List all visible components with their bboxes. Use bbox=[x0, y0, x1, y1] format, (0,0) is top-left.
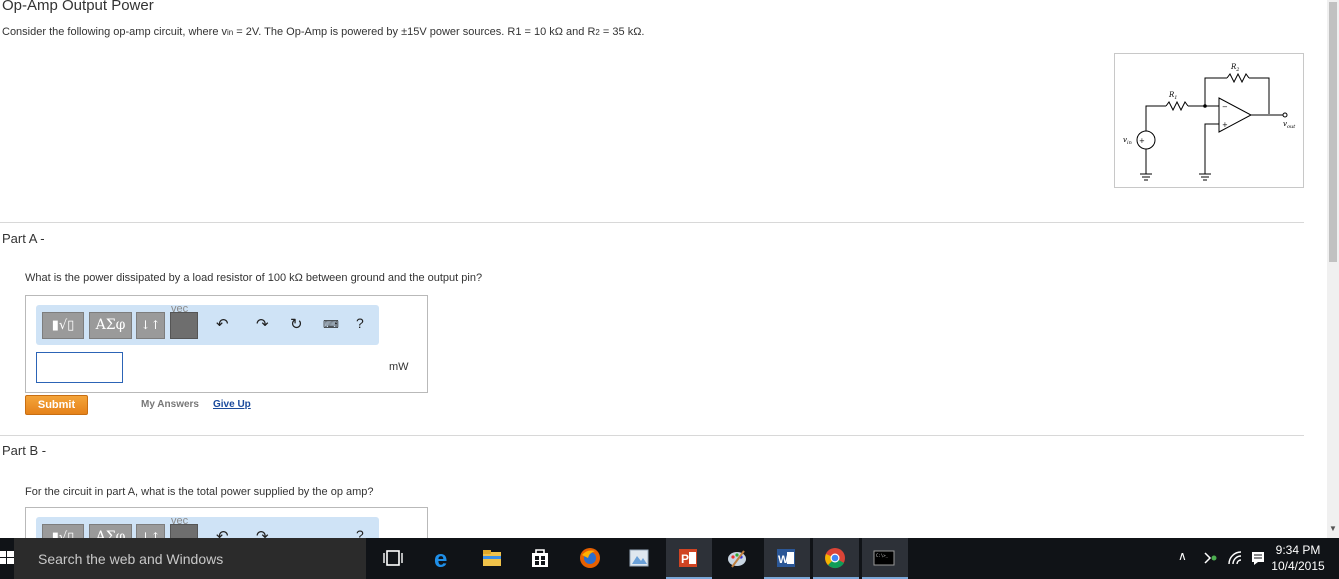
junction-dot-icon bbox=[1203, 104, 1207, 108]
chrome-button[interactable] bbox=[813, 538, 859, 579]
part-b-answer-box: ▮√▯ ΑΣφ ↓↑ vec ↶ ↷ ? bbox=[25, 507, 428, 538]
circuit-diagram-svg: + R2 R1 vin vout − + bbox=[1123, 63, 1296, 181]
firefox-button[interactable] bbox=[568, 538, 614, 579]
scroll-thumb[interactable] bbox=[1329, 2, 1337, 262]
r1-label: R1 bbox=[1168, 91, 1177, 101]
svg-text:W: W bbox=[778, 554, 789, 566]
redo-icon[interactable]: ↷ bbox=[256, 527, 269, 538]
search-placeholder: Search the web and Windows bbox=[38, 551, 224, 567]
paint-button[interactable] bbox=[715, 538, 761, 579]
edge-button[interactable]: e bbox=[421, 538, 467, 579]
command-prompt-icon: C:\>_ bbox=[873, 550, 895, 566]
units-label: mW bbox=[389, 361, 409, 373]
undo-icon[interactable]: ↶ bbox=[216, 315, 229, 333]
clock[interactable]: 9:34 PM 10/4/2015 bbox=[1262, 542, 1334, 574]
keyboard-icon[interactable]: ⌨ bbox=[323, 318, 339, 331]
templates-button[interactable]: ▮√▯ bbox=[42, 312, 84, 339]
math-toolbar: ▮√▯ ΑΣφ ↓↑ vec ↶ ↷ ↻ ⌨ ? bbox=[36, 303, 379, 345]
screen: Op-Amp Output Power Consider the followi… bbox=[0, 0, 1339, 579]
help-button[interactable]: ? bbox=[356, 527, 364, 538]
reset-icon[interactable]: ↻ bbox=[290, 315, 303, 333]
clock-date: 10/4/2015 bbox=[1271, 559, 1325, 573]
greek-symbols-button[interactable]: ΑΣφ bbox=[89, 524, 132, 538]
photos-button[interactable] bbox=[617, 538, 663, 579]
wire-r2-output bbox=[1249, 77, 1270, 114]
problem-statement: Consider the following op-amp circuit, w… bbox=[2, 26, 644, 38]
templates-button[interactable]: ▮√▯ bbox=[42, 524, 84, 538]
show-hidden-icons-chevron-icon[interactable]: ∧ bbox=[1178, 549, 1187, 563]
paint-palette-icon bbox=[728, 550, 746, 568]
resistor-r2-icon bbox=[1226, 72, 1250, 84]
word-icon: W bbox=[777, 549, 795, 567]
vertical-scrollbar[interactable]: ▼ bbox=[1327, 0, 1339, 538]
firefox-icon bbox=[580, 548, 600, 568]
answer-input[interactable] bbox=[36, 352, 123, 383]
part-a-title: Part A - bbox=[2, 231, 45, 246]
browser-content: Op-Amp Output Power Consider the followi… bbox=[0, 0, 1327, 538]
page-title: Op-Amp Output Power bbox=[2, 0, 154, 14]
svg-text:C:\>_: C:\>_ bbox=[876, 553, 889, 558]
output-terminal-icon bbox=[1282, 112, 1288, 118]
greek-symbols-button[interactable]: ΑΣφ bbox=[89, 312, 132, 339]
submit-button[interactable]: Submit bbox=[25, 395, 88, 415]
give-up-link[interactable]: Give Up bbox=[213, 399, 251, 410]
my-answers-link[interactable]: My Answers bbox=[141, 399, 199, 410]
part-a-question: What is the power dissipated by a load r… bbox=[25, 272, 483, 284]
part-b-question: For the circuit in part A, what is the t… bbox=[25, 486, 374, 498]
updown-button[interactable]: ↓↑ bbox=[136, 312, 165, 339]
svg-text:P: P bbox=[681, 552, 689, 566]
photos-icon bbox=[629, 549, 649, 567]
vec-label: vec bbox=[171, 515, 189, 527]
store-button[interactable] bbox=[518, 538, 564, 579]
vout-label: vout bbox=[1283, 120, 1296, 130]
inverting-input-label: − bbox=[1222, 103, 1228, 111]
vec-label: vec bbox=[171, 303, 189, 315]
r2-label: R2 bbox=[1230, 63, 1239, 73]
wifi-icon[interactable] bbox=[1227, 550, 1243, 566]
word-button[interactable]: W bbox=[764, 538, 810, 579]
chrome-icon bbox=[825, 548, 845, 569]
powerpoint-button[interactable]: P bbox=[666, 538, 712, 579]
intro-text-3: = 35 kΩ. bbox=[599, 26, 645, 38]
windows-taskbar: Search the web and Windows e P W C:\>_ ∧… bbox=[0, 538, 1339, 579]
file-explorer-button[interactable] bbox=[470, 538, 516, 579]
wire-node-r2 bbox=[1204, 77, 1227, 106]
command-prompt-button[interactable]: C:\>_ bbox=[862, 538, 908, 579]
start-button[interactable] bbox=[0, 548, 14, 568]
circuit-diagram: + R2 R1 vin vout − + bbox=[1114, 53, 1304, 188]
task-view-icon bbox=[383, 550, 403, 566]
undo-icon[interactable]: ↶ bbox=[216, 527, 229, 538]
part-a-answer-box: ▮√▯ ΑΣφ ↓↑ vec ↶ ↷ ↻ ⌨ ? mW bbox=[25, 295, 428, 393]
part-b-title: Part B - bbox=[2, 443, 47, 458]
svg-text:e: e bbox=[434, 547, 447, 569]
source-plus-label: + bbox=[1139, 137, 1145, 145]
intro-text-2: = 2V. The Op-Amp is powered by ±15V powe… bbox=[233, 26, 596, 38]
divider bbox=[0, 222, 1304, 223]
divider bbox=[0, 435, 1304, 436]
folder-icon bbox=[483, 550, 501, 566]
wire-source-r1 bbox=[1145, 105, 1166, 131]
help-button[interactable]: ? bbox=[356, 315, 364, 331]
math-toolbar: ▮√▯ ΑΣφ ↓↑ vec ↶ ↷ ? bbox=[36, 515, 379, 538]
network-sync-icon[interactable] bbox=[1202, 550, 1218, 566]
vin-label: vin bbox=[1123, 136, 1132, 146]
scroll-down-arrow-icon[interactable]: ▼ bbox=[1329, 524, 1337, 533]
store-icon bbox=[532, 549, 548, 567]
vector-button[interactable] bbox=[170, 312, 198, 339]
search-box[interactable]: Search the web and Windows bbox=[14, 538, 366, 579]
windows-logo-icon bbox=[0, 551, 14, 564]
redo-icon[interactable]: ↷ bbox=[256, 315, 269, 333]
resistor-r1-icon bbox=[1165, 100, 1189, 112]
intro-text-1: Consider the following op-amp circuit, w… bbox=[2, 26, 227, 38]
edge-icon: e bbox=[434, 547, 447, 569]
wire-noninv-ground bbox=[1204, 123, 1219, 174]
updown-button[interactable]: ↓↑ bbox=[136, 524, 165, 538]
task-view-button[interactable] bbox=[371, 538, 417, 579]
clock-time: 9:34 PM bbox=[1275, 543, 1321, 557]
noninverting-input-label: + bbox=[1222, 121, 1228, 129]
powerpoint-icon: P bbox=[679, 549, 697, 567]
